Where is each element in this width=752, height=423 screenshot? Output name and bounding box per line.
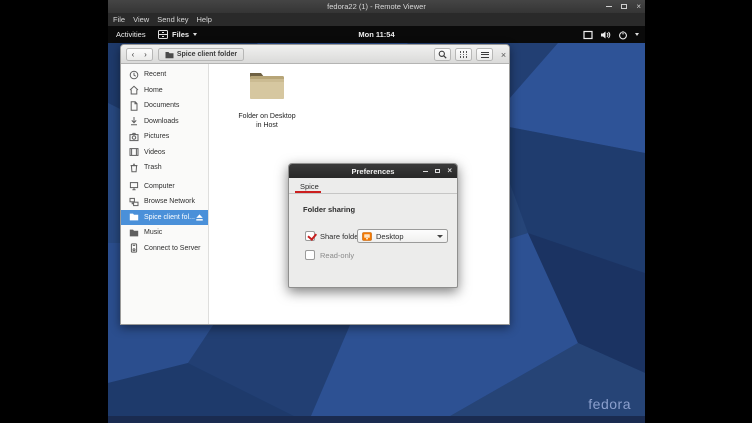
desktop-folder-icon xyxy=(362,232,372,241)
volume-icon[interactable] xyxy=(600,30,611,40)
sidebar-item-label: Music xyxy=(144,229,162,236)
menu-button[interactable] xyxy=(476,48,493,61)
remote-viewer-titlebar: fedora22 (1) - Remote Viewer × xyxy=(108,0,645,13)
forward-button[interactable]: › xyxy=(139,48,153,61)
chevron-down-icon[interactable] xyxy=(635,33,639,36)
preferences-titlebar: Preferences × xyxy=(289,164,457,178)
files-headerbar: ‹ › Spice client folder × xyxy=(121,45,509,64)
maximize-icon[interactable] xyxy=(435,169,440,173)
chevron-down-icon xyxy=(437,235,443,238)
computer-icon xyxy=(128,181,139,192)
server-icon xyxy=(128,243,139,254)
active-tab-indicator xyxy=(295,191,321,193)
sidebar-item-label: Connect to Server xyxy=(144,245,200,252)
sidebar-item-music[interactable]: Music xyxy=(121,225,208,241)
sidebar-item-label: Pictures xyxy=(144,133,169,140)
network-icon xyxy=(128,196,139,207)
sidebar-item-connect-to-server[interactable]: Connect to Server xyxy=(121,241,208,257)
search-icon xyxy=(438,50,447,59)
sidebar-item-pictures[interactable]: Pictures xyxy=(121,129,208,145)
read-only-label: Read-only xyxy=(320,251,354,260)
folder-sharing-heading: Folder sharing xyxy=(303,205,355,214)
sidebar-item-label: Downloads xyxy=(144,118,179,125)
maximize-icon[interactable] xyxy=(621,4,627,9)
sidebar-item-label: Trash xyxy=(144,164,162,171)
read-only-row: Read-only xyxy=(305,250,354,260)
eject-icon[interactable] xyxy=(195,213,204,224)
file-item-label: Folder on Desktop in Host xyxy=(227,112,307,131)
sidebar-item-trash[interactable]: Trash xyxy=(121,160,208,176)
close-icon[interactable]: × xyxy=(636,3,641,11)
home-icon xyxy=(128,85,139,96)
minimize-icon[interactable] xyxy=(423,171,428,172)
sidebar-item-recent[interactable]: Recent xyxy=(121,67,208,83)
fedora-logo: fedora xyxy=(588,396,631,412)
grid-view-icon xyxy=(460,51,468,58)
app-menu-files[interactable]: Files xyxy=(158,26,197,43)
menu-view[interactable]: View xyxy=(133,15,149,24)
video-icon xyxy=(128,147,139,158)
sidebar-item-label: Videos xyxy=(144,149,165,156)
grid-view-button[interactable] xyxy=(455,48,472,61)
menu-help[interactable]: Help xyxy=(197,15,212,24)
menu-file[interactable]: File xyxy=(113,15,125,24)
menu-send-key[interactable]: Send key xyxy=(157,15,188,24)
breadcrumb[interactable]: Spice client folder xyxy=(158,48,244,61)
sidebar-list: Recent Home Documents Downloads Pictures Vide… xyxy=(121,64,209,324)
share-folder-label: Share folder xyxy=(320,232,361,241)
share-folder-row: Share folder xyxy=(305,231,361,241)
sidebar-item-spice-client-fol[interactable]: Spice client fol... xyxy=(121,210,208,226)
remote-viewer-menubar: File View Send key Help xyxy=(108,13,645,26)
preferences-tabrow: Spice xyxy=(289,178,457,194)
shared-folder-select[interactable]: Desktop xyxy=(357,229,448,243)
folder-icon xyxy=(128,212,139,223)
sidebar-item-label: Documents xyxy=(144,102,179,109)
back-button[interactable]: ‹ xyxy=(126,48,140,61)
breadcrumb-label: Spice client folder xyxy=(177,51,237,58)
sidebar-item-documents[interactable]: Documents xyxy=(121,98,208,114)
sidebar-item-computer[interactable]: Computer xyxy=(121,179,208,195)
sidebar-item-label: Spice client fol... xyxy=(144,214,195,221)
sidebar-item-videos[interactable]: Videos xyxy=(121,145,208,161)
search-button[interactable] xyxy=(434,48,451,61)
minimize-icon[interactable] xyxy=(606,6,612,7)
download-icon xyxy=(128,116,139,127)
gnome-top-bar: Activities Mon 11:54 Files xyxy=(108,26,645,43)
window-title: fedora22 (1) - Remote Viewer xyxy=(327,2,426,11)
sidebar-item-label: Computer xyxy=(144,183,175,190)
app-menu-label: Files xyxy=(172,30,189,39)
dialog-title: Preferences xyxy=(352,167,395,176)
files-app-icon xyxy=(158,30,168,39)
remote-viewer-window: fedora22 (1) - Remote Viewer × File View S… xyxy=(108,0,645,423)
hamburger-icon xyxy=(481,52,489,58)
preferences-dialog: Preferences × Spice Folder sharing Share… xyxy=(288,163,458,288)
folder-icon xyxy=(247,69,287,103)
folder-icon xyxy=(128,227,139,238)
folder-icon xyxy=(165,51,174,59)
window-close-button[interactable]: × xyxy=(497,48,510,61)
document-icon xyxy=(128,100,139,111)
read-only-checkbox[interactable] xyxy=(305,250,315,260)
sidebar-item-label: Browse Network xyxy=(144,198,195,205)
power-icon[interactable] xyxy=(618,30,628,40)
sidebar-item-label: Recent xyxy=(144,71,166,78)
sidebar-item-downloads[interactable]: Downloads xyxy=(121,114,208,130)
trash-icon xyxy=(128,162,139,173)
share-folder-checkbox[interactable] xyxy=(305,231,315,241)
camera-icon xyxy=(128,131,139,142)
shared-folder-value: Desktop xyxy=(376,232,404,241)
file-item-folder[interactable]: Folder on Desktop in Host xyxy=(227,69,307,131)
sidebar-item-home[interactable]: Home xyxy=(121,83,208,99)
clock-icon xyxy=(128,69,139,80)
sidebar-item-label: Home xyxy=(144,87,163,94)
close-icon[interactable]: × xyxy=(447,167,452,175)
sidebar-item-browse-network[interactable]: Browse Network xyxy=(121,194,208,210)
chevron-down-icon xyxy=(193,33,197,36)
screen-icon[interactable] xyxy=(583,30,593,40)
